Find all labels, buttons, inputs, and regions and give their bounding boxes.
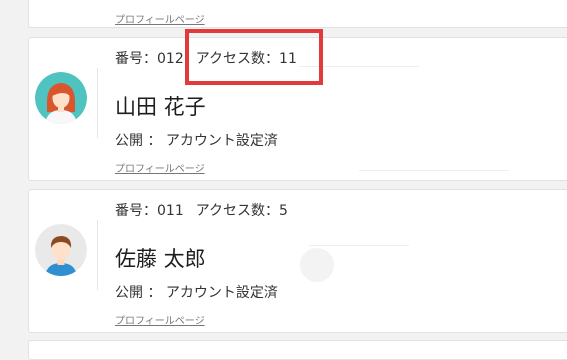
faded-line [359, 170, 509, 171]
account-status: 公開 ： アカウント設定済 [115, 133, 278, 149]
entry-number: 番号：011 [115, 203, 184, 219]
access-count: アクセス数：5 [195, 203, 288, 219]
entry-number: 番号：012 [115, 51, 184, 67]
divider [97, 220, 98, 290]
user-card-partial-top: プロフィールページ [28, 0, 567, 28]
account-status: 公開 ： アカウント設定済 [115, 285, 278, 301]
user-card: 番号：011 アクセス数：5 佐藤 太郎 公開 ： アカウント設定済 プロフィール… [28, 189, 567, 333]
male-avatar-icon [35, 224, 87, 276]
user-name: 山田 花子 [115, 95, 206, 119]
female-avatar-icon [35, 72, 87, 124]
faded-background-shape [300, 248, 334, 282]
profile-page-link[interactable]: プロフィールページ [115, 11, 205, 26]
profile-page-link[interactable]: プロフィールページ [115, 160, 205, 175]
profile-page-link[interactable]: プロフィールページ [115, 312, 205, 327]
access-count-highlight [185, 29, 323, 85]
user-card-partial-bottom [28, 340, 567, 360]
faded-line [309, 245, 409, 246]
user-name: 佐藤 太郎 [115, 247, 206, 271]
divider [97, 68, 98, 138]
card-meta: 番号：011 アクセス数：5 [115, 200, 288, 220]
